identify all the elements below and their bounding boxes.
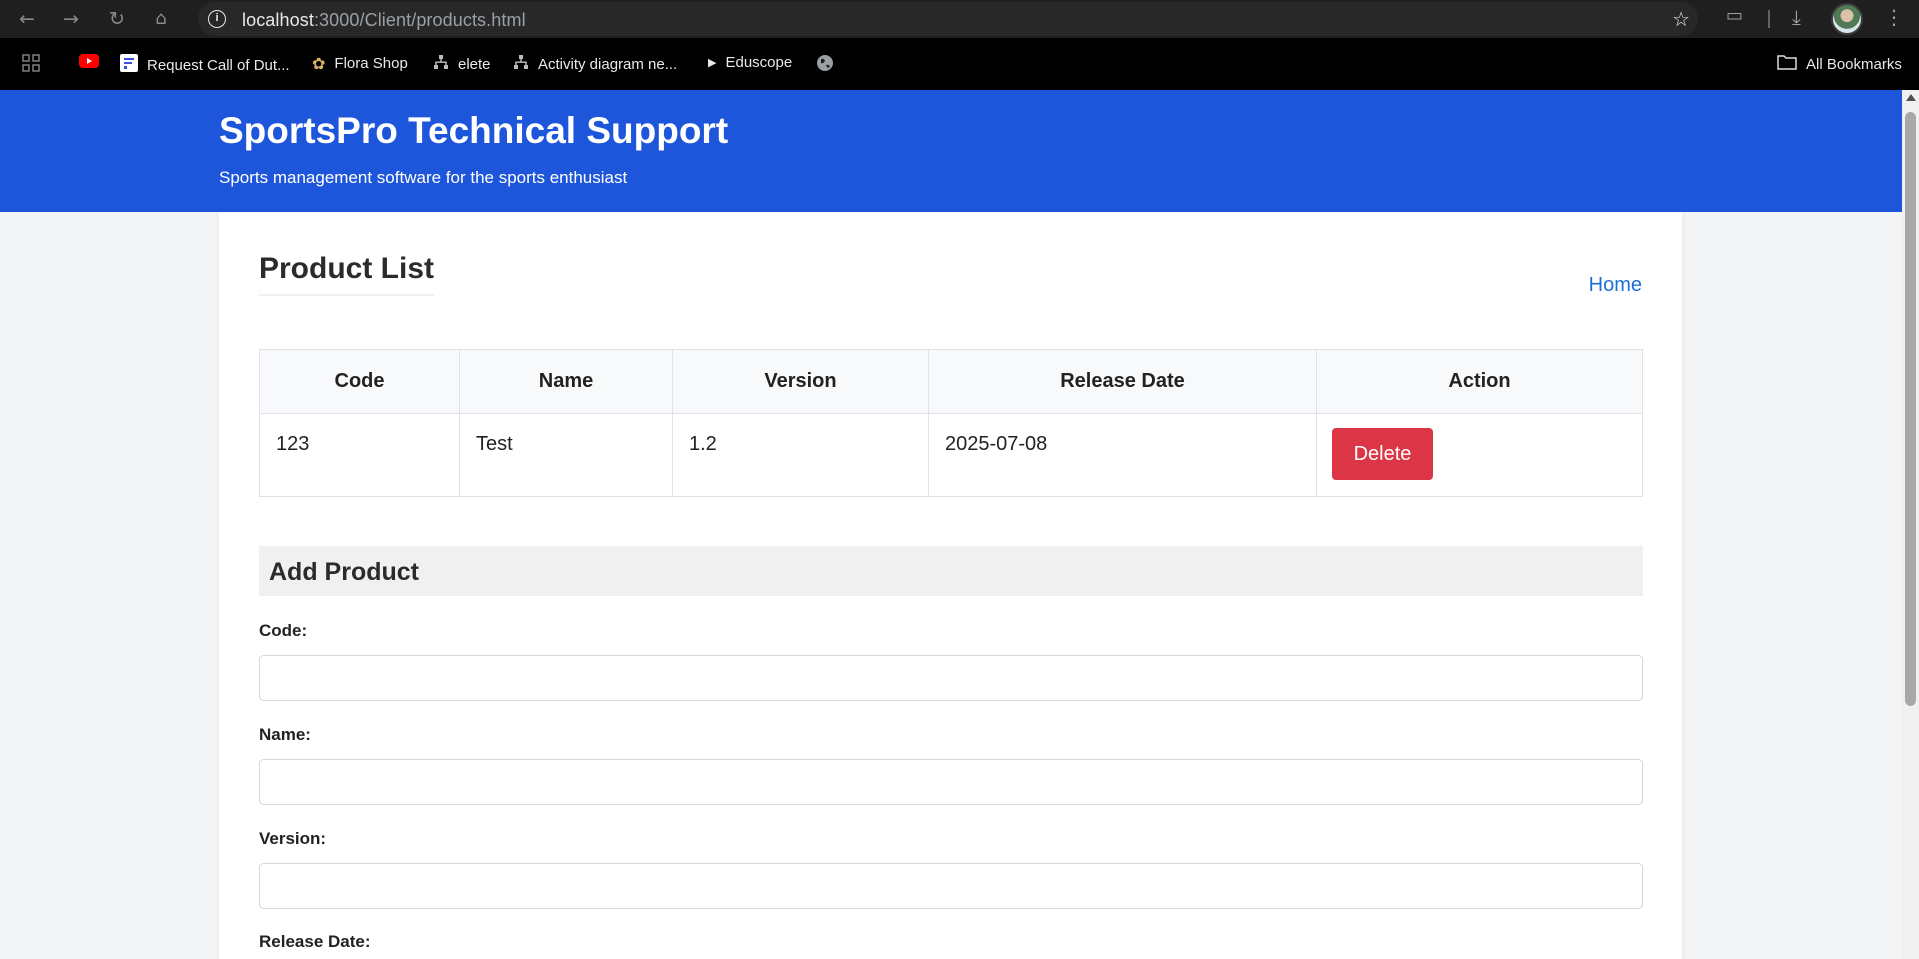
bookmark-request-call[interactable]: Request Call of Dut... [120, 54, 290, 76]
all-bookmarks-label: All Bookmarks [1806, 55, 1902, 73]
doc-icon [120, 54, 138, 76]
url-text[interactable]: localhost:3000/Client/products.html [242, 10, 526, 31]
site-header: SportsPro Technical Support Sports manag… [0, 90, 1902, 212]
url-host: localhost [242, 10, 314, 30]
bookmark-label: Request Call of Dut... [147, 56, 290, 74]
add-product-title: Add Product [269, 558, 419, 586]
home-icon[interactable]: ⌂ [148, 6, 174, 32]
scroll-up-arrow-icon[interactable] [1906, 94, 1916, 101]
page-scrollbar[interactable] [1902, 90, 1919, 959]
column-header-version: Version [672, 349, 929, 414]
home-link[interactable]: Home [1589, 274, 1642, 297]
bookmark-label: Activity diagram ne... [538, 55, 678, 73]
table-row: 123 Test 1.2 2025-07-08 Delete [259, 413, 1643, 497]
forward-arrow-icon[interactable]: → [58, 6, 84, 32]
globe-icon [816, 54, 834, 76]
bookmark-youtube[interactable] [79, 54, 108, 72]
column-header-code: Code [259, 349, 460, 414]
extensions-icon[interactable]: ▭ [1726, 5, 1743, 26]
version-label: Version: [259, 829, 327, 848]
column-header-release-date: Release Date [928, 349, 1317, 414]
profile-avatar[interactable] [1831, 3, 1863, 35]
add-product-section-header: Add Product [259, 546, 1643, 596]
name-input[interactable] [259, 759, 1643, 805]
bookmark-flora-shop[interactable]: ✿ Flora Shop [312, 54, 408, 73]
play-icon: ▶ [708, 57, 717, 69]
menu-kebab-icon[interactable]: ⋮ [1884, 5, 1904, 29]
site-info-icon[interactable]: i [208, 10, 226, 28]
cell-release-date: 2025-07-08 [928, 413, 1317, 497]
cell-version: 1.2 [672, 413, 929, 497]
code-label: Code: [259, 621, 308, 640]
bookmark-label: Flora Shop [334, 55, 408, 72]
address-bar[interactable]: i localhost:3000/Client/products.html ☆ [198, 2, 1698, 36]
cell-name: Test [459, 413, 673, 497]
bookmark-eduscope[interactable]: ▶ Eduscope [708, 54, 792, 71]
download-icon[interactable]: ⤓ [1792, 5, 1801, 29]
product-table: Code Name Version Release Date Action 12… [259, 349, 1643, 497]
code-input[interactable] [259, 655, 1643, 701]
column-header-name: Name [459, 349, 673, 414]
main-content: Product List Home Code Name Version Rele… [219, 212, 1682, 959]
bookmark-globe[interactable] [816, 54, 843, 76]
table-header-row: Code Name Version Release Date Action [259, 349, 1643, 414]
site-title: SportsPro Technical Support [219, 110, 729, 151]
page-title: Product List [259, 252, 435, 296]
flower-icon: ✿ [312, 54, 326, 73]
apps-grid-icon[interactable] [22, 54, 40, 72]
cell-action: Delete [1316, 413, 1643, 497]
site-subtitle: Sports management software for the sport… [219, 168, 628, 187]
delete-button[interactable]: Delete [1332, 428, 1433, 480]
bookmark-activity-diagram[interactable]: Activity diagram ne... [513, 54, 677, 74]
bookmark-star-icon[interactable]: ☆ [1672, 7, 1690, 31]
bookmarks-bar: Request Call of Dut... ✿ Flora Shop elet… [0, 38, 1919, 90]
name-label: Name: [259, 725, 311, 744]
youtube-icon [79, 54, 99, 72]
folder-icon [1777, 54, 1797, 74]
bookmark-label: Eduscope [725, 54, 793, 71]
bookmark-elete[interactable]: elete [433, 54, 491, 74]
sitemap-icon [433, 54, 449, 74]
bookmark-label: elete [458, 55, 491, 73]
back-arrow-icon[interactable]: ← [14, 6, 40, 32]
toolbar-divider [1768, 10, 1770, 28]
version-input[interactable] [259, 863, 1643, 909]
column-header-action: Action [1316, 349, 1643, 414]
reload-icon[interactable]: ↻ [104, 6, 130, 32]
all-bookmarks-folder[interactable]: All Bookmarks [1777, 54, 1902, 74]
release-date-label: Release Date: [259, 932, 371, 951]
sitemap-icon [513, 54, 529, 74]
url-path: :3000/Client/products.html [313, 10, 526, 30]
browser-toolbar: ← → ↻ ⌂ i localhost:3000/Client/products… [0, 0, 1919, 38]
cell-code: 123 [259, 413, 460, 497]
scrollbar-thumb[interactable] [1905, 112, 1916, 706]
